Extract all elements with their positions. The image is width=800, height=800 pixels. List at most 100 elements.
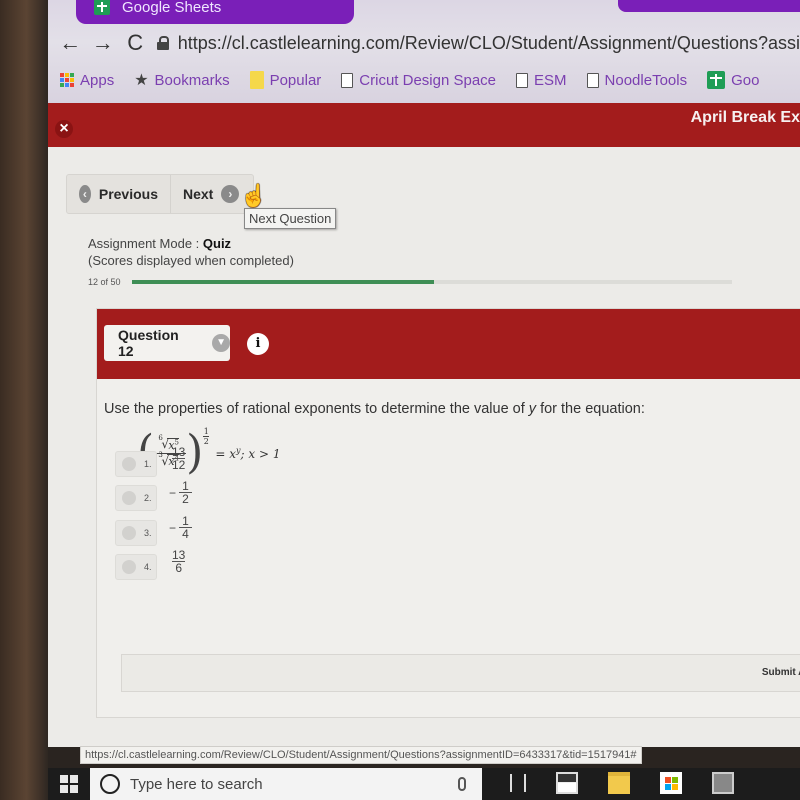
next-label: Next [183, 186, 214, 202]
page-icon [586, 72, 599, 88]
choice-sign: − [169, 520, 177, 535]
bookmark-esm[interactable]: ESM [516, 72, 567, 89]
monitor-bezel [0, 0, 48, 800]
choice-2-value: − 12 [169, 479, 193, 505]
outer-exponent: 1 2 [203, 427, 210, 446]
question-panel: Question 12 ▼ i Use the properties of ra… [96, 308, 800, 718]
store-icon[interactable] [660, 772, 682, 794]
rhs-base: = x [215, 446, 236, 461]
windows-taskbar: Type here to search [48, 768, 800, 800]
apps-icon [60, 73, 74, 87]
microphone-icon[interactable] [458, 777, 466, 791]
assignment-header: × April Break Ex [48, 103, 800, 147]
folder-icon [249, 71, 264, 89]
mode-value: Quiz [202, 236, 232, 251]
question-prompt: Use the properties of rational exponents… [104, 401, 645, 417]
close-icon[interactable]: × [55, 120, 73, 138]
bookmark-noodletools[interactable]: NoodleTools [586, 71, 688, 89]
progress-fill [132, 280, 435, 284]
equation: ( 6 √ x5 3 √ x4 ) 1 2 = xy; x [137, 425, 280, 480]
calculator-icon[interactable] [712, 772, 734, 794]
choice-4-value: 13 6 [169, 549, 185, 574]
submit-bar: Submit Ans [121, 654, 800, 692]
choice-numerator: 1 [182, 479, 189, 493]
lock-icon[interactable] [157, 36, 170, 50]
task-view-icon[interactable] [510, 774, 526, 792]
browser-tab-google-sheets[interactable]: Google Sheets [76, 0, 354, 24]
question-nav: ‹ Previous Next › [66, 174, 254, 214]
star-icon: ★ [134, 72, 149, 89]
choice-denominator: 4 [182, 527, 189, 541]
previous-label: Previous [98, 186, 158, 202]
browser-tab[interactable] [618, 0, 800, 12]
scores-note: (Scores displayed when completed) [88, 253, 294, 268]
bookmark-label: ESM [534, 71, 567, 89]
question-selector-label: Question 12 [118, 327, 179, 359]
bookmark-google[interactable]: Goo [707, 71, 759, 89]
choice-3-radio[interactable]: 3. [115, 520, 157, 546]
radical-sign: √ [161, 436, 169, 451]
status-bar-url: https://cl.castlelearning.com/Review/CLO… [80, 746, 642, 764]
choice-number: 4. [144, 562, 152, 572]
radio-circle [122, 526, 136, 540]
equation-condition: ; x > 1 [240, 446, 281, 461]
taskbar-search[interactable]: Type here to search [90, 768, 482, 800]
url-input[interactable]: https://cl.castlelearning.com/Review/CLO… [178, 33, 800, 54]
choice-number: 1. [144, 459, 152, 469]
equation-rhs: = xy; x > 1 [215, 446, 280, 461]
choice-number: 3. [144, 528, 152, 538]
assignment-page: ‹ Previous Next › ☝ Next Question Assign… [48, 147, 800, 747]
right-paren: ) [186, 425, 204, 480]
windows-start-icon[interactable] [48, 768, 90, 800]
bookmarks-bar: Apps ★ Bookmarks Popular Cricut Design S… [48, 64, 800, 96]
bookmark-bookmarks[interactable]: ★ Bookmarks [134, 70, 229, 90]
info-icon[interactable]: i [247, 333, 269, 355]
choice-number: 2. [144, 493, 152, 503]
bookmark-label: Bookmarks [154, 71, 230, 89]
bookmark-label: Popular [269, 71, 322, 89]
next-question-tooltip: Next Question [244, 208, 337, 229]
radio-circle [122, 457, 136, 471]
previous-button[interactable]: ‹ Previous [67, 175, 171, 213]
cortana-icon [100, 774, 120, 794]
exponent-numerator: 1 [203, 427, 209, 436]
progress-track [132, 280, 732, 284]
radio-circle [122, 491, 136, 505]
bookmark-label: Cricut Design Space [359, 71, 497, 89]
tab-label: Google Sheets [122, 0, 222, 16]
taskbar-apps [510, 772, 734, 794]
choice-numerator: 1 [182, 514, 189, 528]
bookmark-label: Goo [731, 71, 760, 89]
choice-2-radio[interactable]: 2. [115, 485, 157, 511]
question-header: Question 12 ▼ i [97, 309, 800, 379]
mode-label: Assignment Mode : [88, 236, 203, 251]
bookmark-label: NoodleTools [604, 71, 688, 89]
choice-denominator: 12 [172, 458, 186, 472]
submit-answer-button[interactable]: Submit Ans [762, 667, 800, 678]
question-selector[interactable]: Question 12 ▼ [104, 325, 230, 361]
arrow-right-circle-icon: › [221, 185, 240, 203]
chevron-down-icon: ▼ [212, 334, 230, 352]
choice-numerator: 13 [172, 548, 186, 562]
search-placeholder: Type here to search [130, 775, 263, 793]
prompt-variable: y [528, 401, 537, 417]
progress: 12 of 50 [88, 277, 788, 287]
photos-icon[interactable] [556, 772, 578, 794]
choice-3-value: − 14 [169, 514, 193, 541]
bookmark-apps[interactable]: Apps [60, 72, 114, 89]
assignment-title: April Break Ex [690, 109, 800, 126]
reload-icon[interactable]: C [119, 30, 151, 56]
google-sheets-icon [94, 0, 110, 15]
file-explorer-icon[interactable] [608, 772, 630, 794]
page-icon [341, 72, 354, 88]
choice-denominator: 6 [175, 561, 183, 575]
bookmark-cricut[interactable]: Cricut Design Space [341, 72, 496, 89]
choice-1-radio[interactable]: 1. [115, 451, 157, 477]
prompt-text: Use the properties of rational exponents… [104, 401, 529, 417]
back-arrow-icon[interactable]: ← [54, 30, 86, 56]
assignment-mode: Assignment Mode : Quiz (Scores displayed… [88, 235, 294, 269]
forward-arrow-icon[interactable]: → [86, 30, 118, 56]
arrow-left-circle-icon: ‹ [79, 185, 91, 203]
bookmark-popular[interactable]: Popular [249, 71, 322, 89]
choice-4-radio[interactable]: 4. [115, 554, 157, 580]
